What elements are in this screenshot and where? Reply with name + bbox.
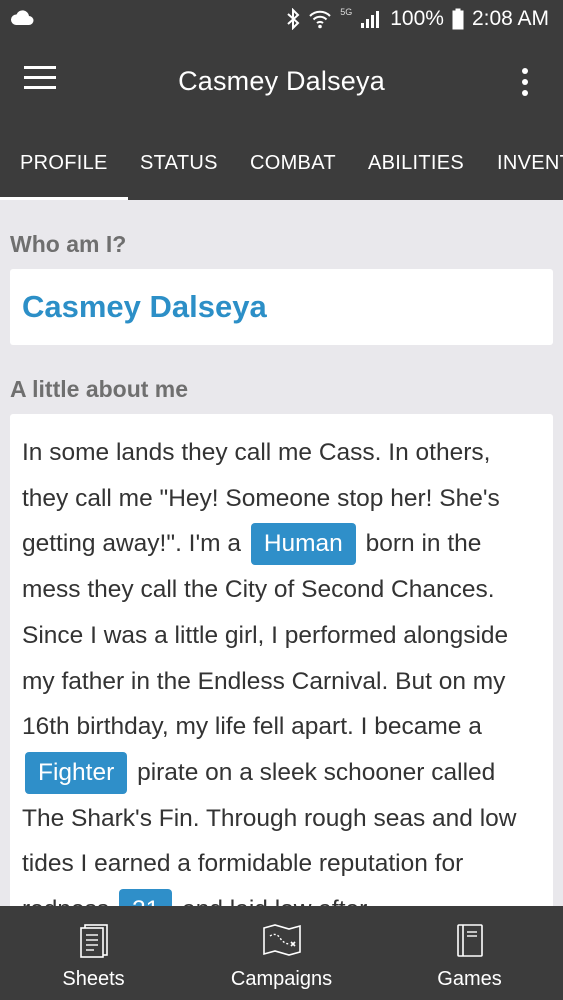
map-icon (262, 924, 301, 956)
network-type-label: 5G (340, 7, 353, 17)
bio-text: In some lands they call me Cass. In othe… (10, 414, 553, 906)
tab-combat[interactable]: COMBAT (250, 126, 336, 200)
tab-inventory[interactable]: INVENT (497, 126, 563, 200)
name-field[interactable]: Casmey Dalseya (10, 269, 553, 345)
battery-icon (452, 8, 464, 30)
tab-profile[interactable]: PROFILE (0, 126, 128, 200)
app-bar: Casmey Dalseya (0, 38, 563, 126)
profile-content: Who am I? Casmey Dalseya A little about … (0, 200, 563, 906)
tab-abilities[interactable]: ABILITIES (368, 126, 464, 200)
page-title: Casmey Dalseya (178, 66, 385, 96)
book-icon (456, 924, 483, 957)
bio-text-part: and laid low after (182, 896, 367, 906)
bottom-nav: Sheets Campaigns Games (0, 906, 563, 1000)
more-vert-icon[interactable] (519, 68, 531, 98)
character-name: Casmey Dalseya (22, 289, 267, 324)
nav-games-label: Games (437, 968, 502, 990)
bluetooth-icon (286, 8, 300, 30)
who-am-i-label: Who am I? (10, 231, 127, 257)
nav-sheets-label: Sheets (62, 968, 125, 990)
clock: 2:08 AM (471, 7, 549, 30)
tab-status[interactable]: STATUS (140, 126, 218, 200)
battery-percent: 100% (390, 7, 444, 30)
cloud-icon (10, 10, 34, 30)
wifi-icon (308, 9, 332, 29)
status-bar: 5G 100% 2:08 AM (0, 0, 563, 38)
nav-campaigns-label: Campaigns (230, 968, 333, 990)
sheets-icon (79, 924, 108, 958)
race-chip[interactable]: Human (250, 523, 356, 566)
level-chip[interactable]: 21 (118, 889, 173, 906)
tab-bar: PROFILE STATUS COMBAT ABILITIES INVENT (0, 126, 563, 200)
nav-games[interactable]: Games (376, 906, 563, 1000)
class-chip[interactable]: Fighter (25, 751, 128, 794)
signal-icon (360, 9, 382, 29)
about-me-label: A little about me (10, 376, 189, 402)
about-me-field[interactable]: In some lands they call me Cass. In othe… (10, 414, 553, 906)
nav-campaigns[interactable]: Campaigns (188, 906, 375, 1000)
nav-sheets[interactable]: Sheets (0, 906, 187, 1000)
